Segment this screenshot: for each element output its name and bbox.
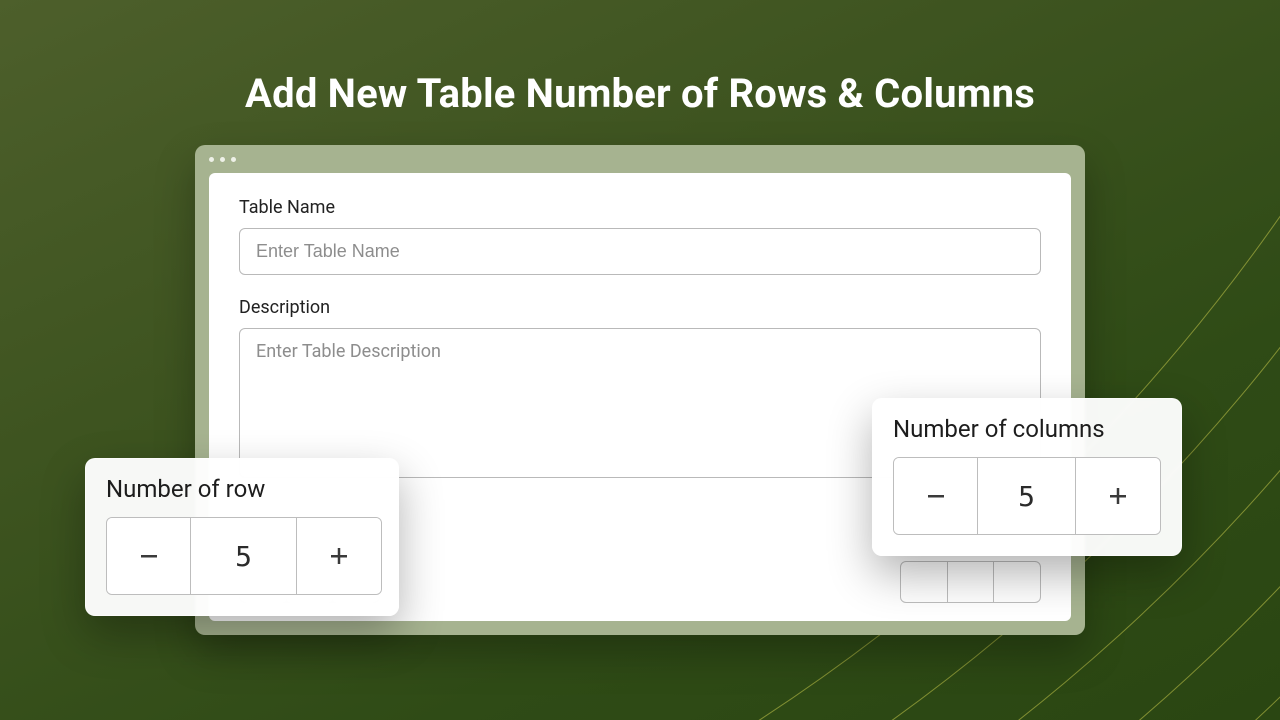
columns-label: Number of columns <box>893 415 1161 443</box>
columns-stepper: 5 <box>893 457 1161 535</box>
plus-icon <box>1106 484 1130 508</box>
window-titlebar <box>195 145 1085 173</box>
rows-increment-button[interactable] <box>297 518 381 594</box>
rows-callout: Number of row 5 <box>85 458 399 616</box>
window-dot-icon <box>209 157 214 162</box>
minus-icon <box>924 484 948 508</box>
rows-stepper: 5 <box>106 517 382 595</box>
description-label: Description <box>239 297 1041 318</box>
table-name-label: Table Name <box>239 197 1041 218</box>
columns-increment-button[interactable] <box>1076 458 1160 534</box>
window-dot-icon <box>231 157 236 162</box>
rows-decrement-button[interactable] <box>107 518 191 594</box>
columns-stepper-background <box>900 561 1041 603</box>
window-dot-icon <box>220 157 225 162</box>
columns-callout: Number of columns 5 <box>872 398 1182 556</box>
rows-value: 5 <box>191 518 297 594</box>
minus-icon <box>137 544 161 568</box>
columns-decrement-button[interactable] <box>894 458 978 534</box>
plus-icon <box>327 544 351 568</box>
table-name-input[interactable] <box>239 228 1041 275</box>
rows-label: Number of row <box>106 475 378 503</box>
columns-value: 5 <box>978 458 1076 534</box>
page-title: Add New Table Number of Rows & Columns <box>0 70 1280 117</box>
